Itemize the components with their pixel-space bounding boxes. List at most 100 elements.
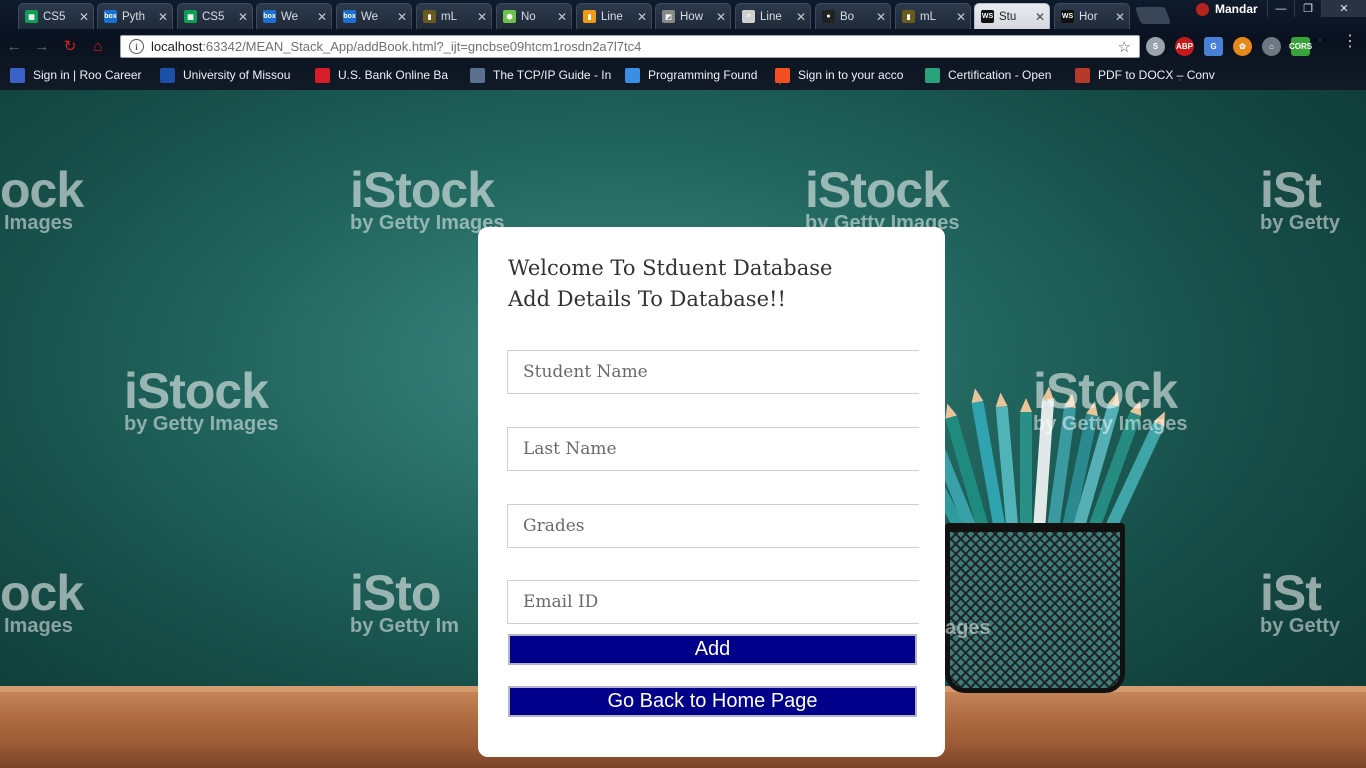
back-arrow-icon[interactable]: ← — [4, 36, 24, 56]
bookmark-item[interactable]: The TCP/IP Guide - In — [470, 67, 615, 83]
form-card: Welcome To Stduent Database Add Details … — [478, 227, 945, 757]
pdf-icon — [1075, 67, 1090, 83]
browser-chrome: ▦ CS5 ✕ box Pyth ✕ ▦ CS5 ✕ box We ✕ box We ✕ ▮ mL ✕ ⬢ No ✕ ▮ L… — [0, 0, 1366, 90]
tab-item[interactable]: box We ✕ — [336, 3, 412, 29]
tab-label: How — [680, 10, 704, 23]
translate-icon[interactable]: G — [1204, 37, 1223, 56]
tab-label: We — [361, 10, 379, 23]
tab-item[interactable]: ▮ Line ✕ — [576, 3, 652, 29]
home-icon[interactable]: ⌂ — [88, 36, 108, 56]
cors-icon[interactable]: CORS — [1289, 37, 1312, 56]
bookmark-item[interactable]: PDF to DOCX – Conv — [1075, 67, 1235, 83]
bookmark-star-icon[interactable]: ☆ — [1118, 38, 1131, 56]
bookmark-label: Programming Found — [648, 68, 758, 82]
skype-icon[interactable]: S — [1146, 37, 1165, 56]
bookmark-icon: ▮ — [583, 10, 596, 23]
watermark: iStock by Getty Images — [124, 363, 279, 435]
minimize-icon[interactable]: — — [1267, 0, 1294, 17]
close-tab-icon[interactable]: ✕ — [1115, 10, 1125, 24]
home-extension-icon[interactable]: ⌂ — [1262, 37, 1281, 56]
go-back-home-button[interactable]: Go Back to Home Page — [508, 686, 917, 717]
tab-item[interactable]: ▦ CS5 ✕ — [18, 3, 94, 29]
tab-item[interactable]: ▮ mL ✕ — [895, 3, 971, 29]
tab-label: mL — [920, 10, 936, 23]
tab-label: CS5 — [43, 10, 66, 23]
nav-buttons: ← → ↻ ⌂ — [4, 36, 108, 56]
tab-label: Pyth — [122, 10, 146, 23]
close-tab-icon[interactable]: ✕ — [716, 10, 726, 24]
tab-item[interactable]: box We ✕ — [256, 3, 332, 29]
doc-icon — [10, 67, 25, 83]
bookmark-label: U.S. Bank Online Ba — [338, 68, 449, 82]
close-tab-icon[interactable]: ✕ — [397, 10, 407, 24]
new-tab-button[interactable] — [1134, 7, 1172, 24]
profile-name: Mandar — [1215, 2, 1258, 16]
bookmark-item[interactable]: University of Missou — [160, 67, 305, 83]
extensions: S ABP G ✿ ⌂ CORS — [1146, 37, 1312, 56]
tab-label: Line — [760, 10, 782, 23]
last-name-input[interactable] — [507, 427, 919, 471]
tab-label: Hor — [1079, 10, 1098, 23]
bookmark-item[interactable]: U.S. Bank Online Ba — [315, 67, 460, 83]
adblock-icon[interactable]: ABP — [1175, 37, 1194, 56]
tab-label: No — [521, 10, 536, 23]
network-icon — [470, 67, 485, 83]
tab-item[interactable]: ⬢ No ✕ — [496, 3, 572, 29]
reload-icon[interactable]: ↻ — [60, 36, 80, 56]
oracle-icon — [925, 67, 940, 83]
bookmark-item[interactable]: Certification - Open — [925, 67, 1065, 83]
tab-item[interactable]: ◩ How ✕ — [655, 3, 731, 29]
close-tab-icon[interactable]: ✕ — [557, 10, 567, 24]
close-tab-icon[interactable]: ✕ — [79, 10, 89, 24]
add-button[interactable]: Add — [508, 634, 917, 665]
grades-input[interactable] — [507, 504, 919, 548]
window-controls: — ❐ ✕ — [1267, 0, 1366, 17]
form-title-line-2: Add Details To Database!! — [508, 287, 786, 311]
bookmark-item[interactable]: Programming Found — [625, 67, 765, 83]
close-tab-icon[interactable]: ✕ — [238, 10, 248, 24]
page-background: ock Images iStock by Getty Images iStock… — [0, 90, 1366, 768]
close-tab-icon[interactable]: ✕ — [876, 10, 886, 24]
tab-item[interactable]: WS Stu ✕ — [974, 3, 1050, 29]
menu-icon[interactable]: ⋮ — [1342, 34, 1358, 50]
bookmark-item[interactable]: Sign in to your acco — [775, 67, 915, 83]
bookmark-label: Certification - Open — [948, 68, 1052, 82]
usbank-icon — [315, 67, 330, 83]
close-tab-icon[interactable]: ✕ — [158, 10, 168, 24]
close-tab-icon[interactable]: ✕ — [956, 10, 966, 24]
close-tab-icon[interactable]: ✕ — [317, 10, 327, 24]
bookmark-label: University of Missou — [183, 68, 291, 82]
form-title: Welcome To Stduent Database Add Details … — [508, 253, 928, 315]
box-icon: box — [263, 10, 276, 23]
info-icon[interactable]: i — [129, 39, 144, 54]
doc-icon: ≡ — [742, 10, 755, 23]
tab-item[interactable]: box Pyth ✕ — [97, 3, 173, 29]
tab-item[interactable]: ● Bo ✕ — [815, 3, 891, 29]
close-tab-icon[interactable]: ✕ — [477, 10, 487, 24]
bookmarks-bar: Sign in | Roo Career University of Missou… — [0, 63, 1366, 87]
address-bar[interactable]: i localhost:63342/MEAN_Stack_App/addBook… — [120, 35, 1140, 58]
forward-arrow-icon[interactable]: → — [32, 36, 52, 56]
sheets-icon: ▦ — [25, 10, 38, 23]
tab-item[interactable]: ▦ CS5 ✕ — [177, 3, 253, 29]
email-id-input[interactable] — [507, 580, 919, 624]
form-title-line-1: Welcome To Stduent Database — [508, 256, 833, 280]
toolbar: ← → ↻ ⌂ i localhost:63342/MEAN_Stack_App… — [0, 31, 1366, 63]
restore-icon[interactable]: ❐ — [1294, 0, 1321, 17]
tab-item[interactable]: ≡ Line ✕ — [735, 3, 811, 29]
bookmark-item[interactable]: Sign in | Roo Career — [10, 67, 150, 83]
tab-item[interactable]: WS Hor ✕ — [1054, 3, 1130, 29]
student-name-input[interactable] — [507, 350, 919, 394]
close-tab-icon[interactable]: ✕ — [637, 10, 647, 24]
close-window-icon[interactable]: ✕ — [1321, 0, 1366, 17]
tab-strip: ▦ CS5 ✕ box Pyth ✕ ▦ CS5 ✕ box We ✕ box We ✕ ▮ mL ✕ ⬢ No ✕ ▮ L… — [0, 0, 1180, 30]
profile-button[interactable]: Mandar — [1196, 1, 1258, 17]
tab-label: CS5 — [202, 10, 225, 23]
close-tab-icon[interactable]: ✕ — [796, 10, 806, 24]
watermark: iStock by Getty Images — [350, 162, 505, 234]
tab-label: Bo — [840, 10, 855, 23]
close-tab-icon[interactable]: ✕ — [1035, 10, 1045, 24]
extension-icon[interactable]: ✿ — [1233, 37, 1252, 56]
mlab-icon: ▮ — [423, 10, 436, 23]
tab-item[interactable]: ▮ mL ✕ — [416, 3, 492, 29]
